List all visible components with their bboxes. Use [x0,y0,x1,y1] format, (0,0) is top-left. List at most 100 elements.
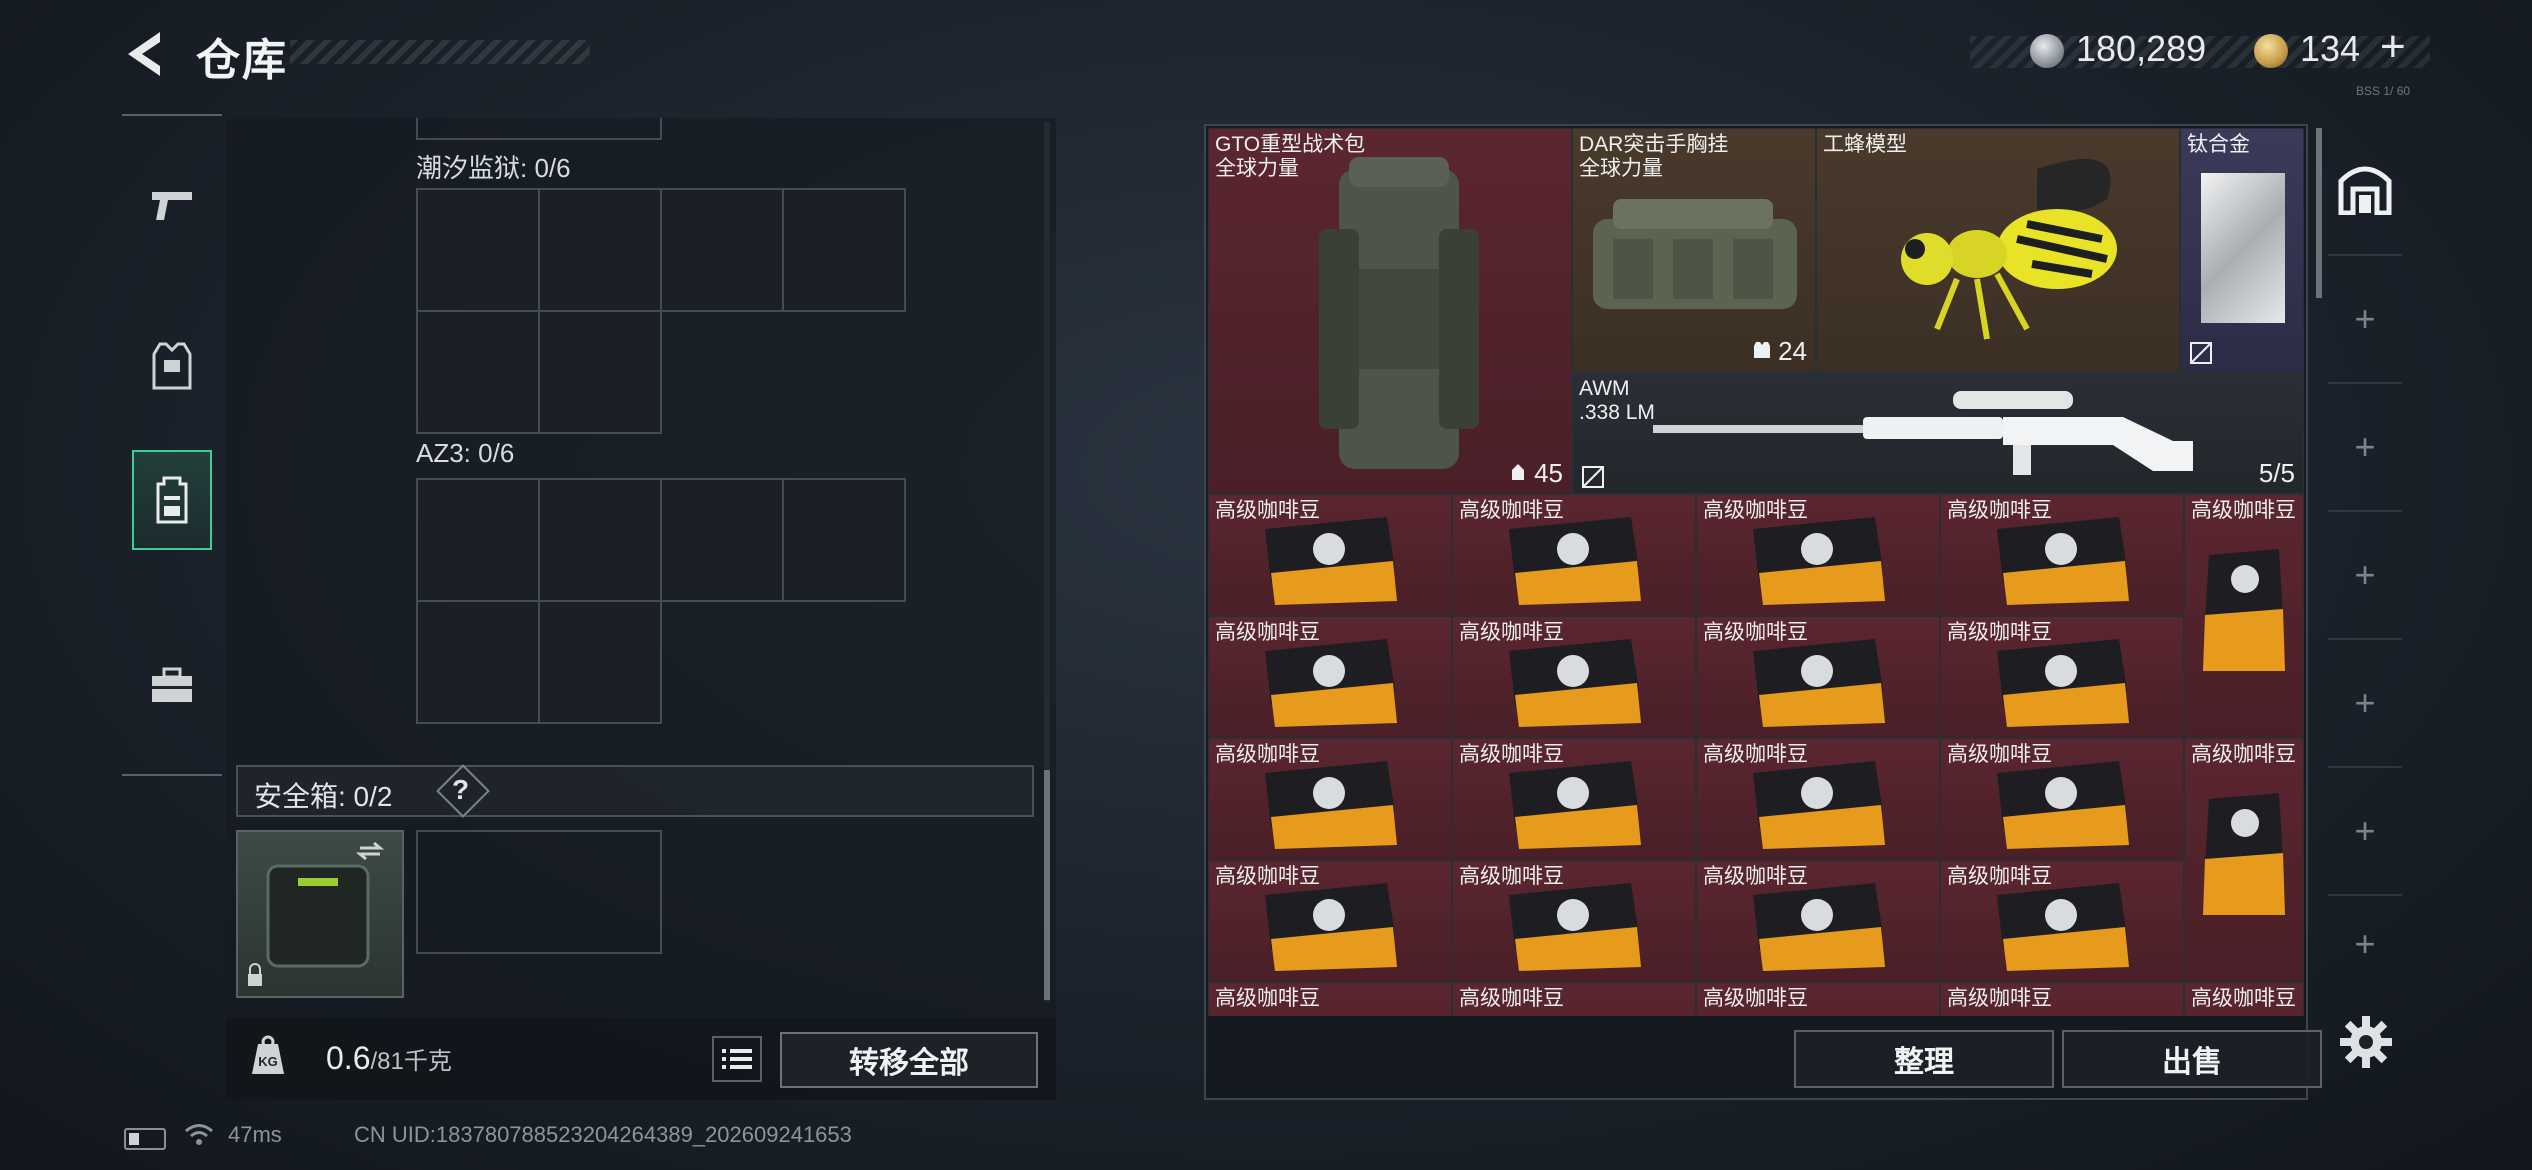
container-slot[interactable] [416,310,540,434]
item-coffee-beans-tall[interactable]: 高级咖啡豆 [2184,494,2304,738]
item-coffee-beans[interactable]: 高级咖啡豆 [1208,494,1452,616]
tide-prison-label: 潮汐监狱: 0/6 [416,153,571,183]
container-slot[interactable] [782,188,906,312]
coffee-bag-image [1753,517,1885,605]
nav-backpack[interactable] [132,450,212,550]
tab-divider [2328,254,2402,256]
tab-divider [2328,638,2402,640]
vest-capacity-icon [1754,342,1771,358]
item-coffee-beans[interactable]: 高级咖啡豆 [1208,738,1452,860]
item-coffee-beans[interactable]: 高级咖啡豆 [1940,616,2184,738]
coffee-bag-image [2203,793,2285,915]
item-coffee-beans[interactable]: 高级咖啡豆 [1208,616,1452,738]
item-coffee-beans[interactable]: 高级咖啡豆 [1208,860,1452,982]
item-coffee-beans[interactable]: 高级咖啡豆 [1696,494,1940,616]
left-scrollbar-thumb[interactable] [1044,770,1050,1000]
container-slot[interactable] [660,188,784,312]
coffee-bag-image [1997,883,2129,971]
item-coffee-beans[interactable]: 高级咖啡豆 [1452,738,1696,860]
back-arrow-icon[interactable] [120,28,168,80]
add-storage-tab-5[interactable]: + [2328,776,2402,886]
ammo-count: 5/5 [2258,458,2295,488]
item-count: 45 [1508,458,1563,489]
item-coffee-beans[interactable]: 高级咖啡豆 [1696,860,1940,982]
item-coffee-beans-tall[interactable]: 高级咖啡豆 [2184,738,2304,982]
list-view-button[interactable] [712,1036,762,1082]
item-coffee-beans[interactable]: 高级咖啡豆 [1208,982,1452,1016]
container-slot[interactable] [416,478,540,602]
item-name: 高级咖啡豆 [1703,987,1808,1010]
plus-icon: + [2354,923,2376,964]
item-name-line2: .338 LM [1579,401,1655,424]
container-slot[interactable] [782,478,906,602]
item-awm-rifle[interactable]: AWM .338 LM 5/5 [1572,372,2304,494]
coffee-bag-image [1509,761,1641,849]
coffee-bag-image [1753,761,1885,849]
user-uid: CN UID:18378078852320426438​9_2026092416… [354,1122,852,1147]
add-storage-tab-4[interactable]: + [2328,648,2402,758]
nav-weapons[interactable] [132,156,212,256]
container-slot[interactable] [660,478,784,602]
coffee-bag-image [1997,639,2129,727]
item-wasp-model[interactable]: 工蜂模型 [1816,128,2180,372]
coffee-bag-image [1997,761,2129,849]
item-coffee-beans[interactable]: 高级咖啡豆 [1940,738,2184,860]
nav-armor[interactable] [132,316,212,416]
add-storage-tab-3[interactable]: + [2328,520,2402,630]
add-storage-tab-2[interactable]: + [2328,392,2402,502]
container-slot[interactable] [538,600,662,724]
safe-box-slot[interactable] [416,830,662,954]
awm-rifle-image [1653,391,2193,475]
coffee-bag-image [1509,517,1641,605]
item-coffee-beans[interactable]: 高级咖啡豆 [1452,616,1696,738]
container-slot[interactable] [538,188,662,312]
item-coffee-beans[interactable]: 高级咖啡豆 [1696,616,1940,738]
item-coffee-beans[interactable]: 高级咖啡豆 [1452,860,1696,982]
tab-divider [2328,382,2402,384]
container-slot[interactable] [538,478,662,602]
item-name: AWM .338 LM [1579,377,1655,425]
transfer-all-button[interactable]: 转移全部 [780,1032,1038,1088]
nav-toolbox[interactable] [132,636,212,736]
plus-icon: + [2354,298,2376,339]
coffee-bag-image [1265,883,1397,971]
carry-weight-value: 0.6 [326,1040,371,1076]
sell-button[interactable]: 出售 [2062,1030,2322,1088]
container-slot[interactable] [538,310,662,434]
item-coffee-beans[interactable]: 高级咖啡豆 [1940,860,2184,982]
carry-weight-unit: /81千克 [370,1048,452,1075]
item-coffee-beans[interactable]: 高级咖啡豆 [1940,494,2184,616]
help-button[interactable]: ? [452,774,469,806]
item-coffee-beans[interactable]: 高级咖啡豆 [1696,982,1940,1016]
title-decoration [290,40,590,64]
add-currency-button[interactable]: + [2380,22,2406,72]
item-name: 高级咖啡豆 [1947,987,2052,1010]
add-storage-tab-6[interactable]: + [2328,904,2402,984]
item-dar-chest-rig[interactable]: DAR突击手胸挂 全球力量 24 [1572,128,1816,372]
page-title: 仓库 [196,36,288,85]
container-slot[interactable] [416,600,540,724]
item-titanium[interactable]: 钛合金 [2180,128,2304,372]
coffee-bag-image [1509,883,1641,971]
storage-tab-home[interactable] [2328,134,2402,244]
coffee-bag-image [1997,517,2129,605]
item-name-line1: DAR突击手胸挂 [1579,133,1729,156]
carry-weight: 0.6/81千克 [326,1040,452,1077]
item-coffee-beans[interactable]: 高级咖啡豆 [1452,982,1696,1016]
item-coffee-beans[interactable]: 高级咖啡豆 [1696,738,1940,860]
tab-divider [2328,510,2402,512]
pistol-icon [152,192,192,220]
item-coffee-beans-tall[interactable]: 高级咖啡豆 [2184,982,2304,1016]
sort-button[interactable]: 整理 [1794,1030,2054,1088]
item-coffee-beans[interactable]: 高级咖啡豆 [1452,494,1696,616]
item-name: DAR突击手胸挂 全球力量 [1579,133,1728,181]
plus-icon: + [2354,810,2376,851]
item-gto-backpack[interactable]: GTO重型战术包 全球力量 45 [1208,128,1572,494]
vest-icon [152,342,192,390]
item-coffee-beans[interactable]: 高级咖啡豆 [1940,982,2184,1016]
gear-icon[interactable] [2336,1012,2396,1072]
container-slot[interactable] [416,188,540,312]
safe-box-item[interactable] [236,830,404,998]
add-storage-tab-1[interactable]: + [2328,264,2402,374]
item-name: 高级咖啡豆 [1215,987,1320,1010]
